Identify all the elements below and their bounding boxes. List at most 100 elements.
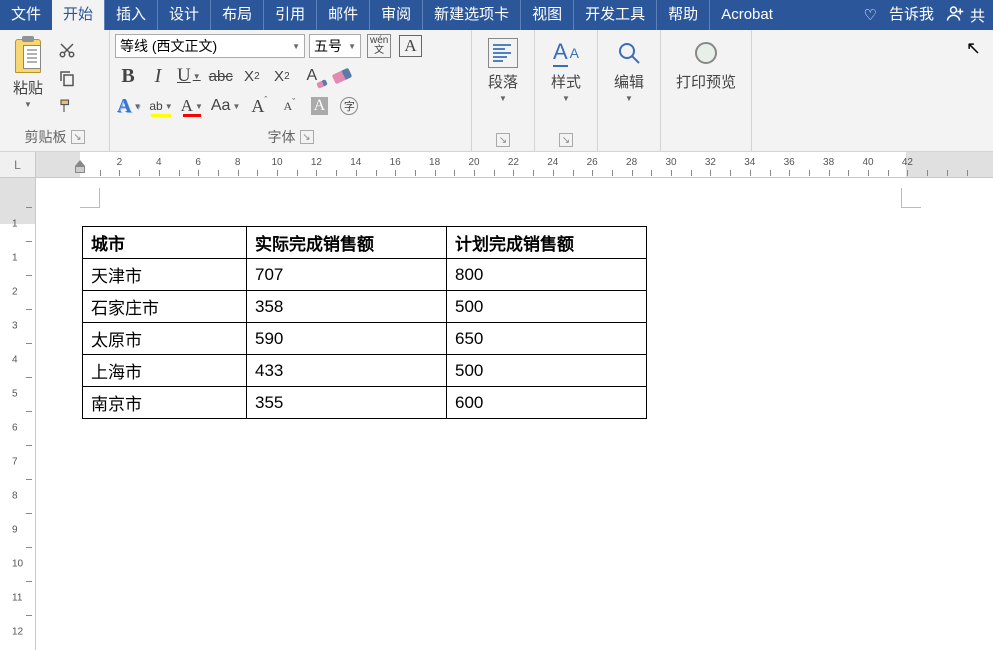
copy-button[interactable]	[55, 67, 79, 89]
editing-button[interactable]: 编辑 ▼	[603, 33, 655, 145]
tab-design[interactable]: 设计	[157, 0, 210, 30]
paste-icon	[11, 37, 45, 75]
table-cell[interactable]: 650	[447, 323, 647, 355]
eraser-button[interactable]	[329, 63, 355, 89]
character-border-button[interactable]: A	[397, 33, 423, 59]
styles-button[interactable]: AA 样式 ▼	[540, 33, 592, 131]
ruler-tick	[26, 479, 32, 480]
italic-button[interactable]: I	[145, 63, 171, 89]
shrink-font-button[interactable]: Aˇ	[276, 93, 302, 119]
share-label[interactable]: 共	[970, 5, 985, 26]
table-row[interactable]: 太原市590650	[83, 323, 647, 355]
share-user-icon[interactable]	[946, 4, 964, 26]
highlight-button[interactable]: ab▼	[147, 93, 174, 119]
font-launcher[interactable]: ↘	[300, 130, 314, 144]
font-size-combo[interactable]: 五号 ▼	[309, 34, 361, 58]
table-row[interactable]: 上海市433500	[83, 355, 647, 387]
ruler-number: 8	[235, 157, 241, 168]
ruler-number: 40	[862, 157, 873, 168]
ruler-tick	[139, 170, 140, 176]
phonetic-guide-button[interactable]: wén文	[365, 33, 393, 59]
bold-button[interactable]: B	[115, 63, 141, 89]
enclose-characters-button[interactable]: 字	[336, 93, 362, 119]
ruler-tick	[26, 241, 32, 242]
table-header[interactable]: 城市	[83, 227, 247, 259]
format-painter-button[interactable]	[55, 95, 79, 117]
strikethrough-button[interactable]: abc	[207, 63, 235, 89]
table-cell[interactable]: 707	[247, 259, 447, 291]
table-cell[interactable]: 南京市	[83, 387, 247, 419]
indent-marker[interactable]	[75, 166, 85, 176]
table-cell[interactable]: 上海市	[83, 355, 247, 387]
cut-button[interactable]	[55, 39, 79, 61]
ruler-tick	[26, 547, 32, 548]
change-case-button[interactable]: Aa▼	[209, 93, 243, 119]
paragraph-label: 段落	[488, 71, 518, 92]
tab-insert[interactable]: 插入	[104, 0, 157, 30]
tab-newtab[interactable]: 新建选项卡	[422, 0, 520, 30]
ruler-number: 7	[12, 457, 18, 468]
tab-file[interactable]: 文件	[0, 0, 52, 30]
vertical-ruler[interactable]: 1123456789101112	[0, 178, 36, 650]
ribbon-body: 粘贴 ▼ 剪贴板 ↘ 等线 (西	[0, 30, 993, 152]
ruler-tick	[218, 170, 219, 176]
subscript-button[interactable]: X2	[239, 63, 265, 89]
chevron-down-icon: ▼	[562, 94, 570, 103]
table-cell[interactable]: 355	[247, 387, 447, 419]
table-cell[interactable]: 500	[447, 291, 647, 323]
tab-mailings[interactable]: 邮件	[316, 0, 369, 30]
table-cell[interactable]: 358	[247, 291, 447, 323]
ruler-number: 18	[429, 157, 440, 168]
tab-acrobat[interactable]: Acrobat	[709, 0, 784, 30]
table-cell[interactable]: 石家庄市	[83, 291, 247, 323]
text-effects-button[interactable]: A▼	[115, 93, 143, 119]
ruler-tick	[947, 170, 948, 176]
document-surface[interactable]: 城市实际完成销售额计划完成销售额 天津市707800石家庄市358500太原市5…	[36, 178, 993, 650]
tab-home[interactable]: 开始	[52, 0, 104, 30]
paste-dropdown-icon[interactable]: ▼	[24, 100, 32, 109]
paragraph-button[interactable]: 段落 ▼	[477, 33, 529, 131]
horizontal-ruler[interactable]: 24681012141618202224262830323436384042	[36, 152, 993, 177]
table-cell[interactable]: 600	[447, 387, 647, 419]
character-shading-button[interactable]: A	[306, 93, 332, 119]
sales-table[interactable]: 城市实际完成销售额计划完成销售额 天津市707800石家庄市358500太原市5…	[82, 226, 647, 419]
ruler-number: 8	[12, 491, 18, 502]
clear-formatting-button[interactable]: A	[299, 63, 325, 89]
underline-button[interactable]: U▼	[175, 63, 203, 89]
table-cell[interactable]: 太原市	[83, 323, 247, 355]
ruler-number: 16	[390, 157, 401, 168]
styles-launcher[interactable]: ↘	[559, 133, 573, 147]
table-cell[interactable]: 433	[247, 355, 447, 387]
table-cell[interactable]: 590	[247, 323, 447, 355]
ruler-tick	[238, 170, 239, 176]
table-header[interactable]: 实际完成销售额	[247, 227, 447, 259]
grow-font-button[interactable]: Aˆ	[246, 93, 272, 119]
superscript-button[interactable]: X2	[269, 63, 295, 89]
table-cell[interactable]: 天津市	[83, 259, 247, 291]
tab-references[interactable]: 引用	[263, 0, 316, 30]
ruler-tick	[100, 170, 101, 176]
table-row[interactable]: 天津市707800	[83, 259, 647, 291]
ruler-tick	[26, 377, 32, 378]
tab-layout[interactable]: 布局	[210, 0, 263, 30]
tab-review[interactable]: 审阅	[369, 0, 422, 30]
table-cell[interactable]: 500	[447, 355, 647, 387]
font-color-button[interactable]: A▼	[179, 93, 205, 119]
tab-developer[interactable]: 开发工具	[573, 0, 656, 30]
print-preview-button[interactable]: 打印预览	[666, 33, 746, 145]
ruler-tick	[888, 170, 889, 176]
table-header[interactable]: 计划完成销售额	[447, 227, 647, 259]
font-name-combo[interactable]: 等线 (西文正文) ▼	[115, 34, 305, 58]
ruler-number: 10	[271, 157, 282, 168]
paragraph-launcher[interactable]: ↘	[496, 133, 510, 147]
table-row[interactable]: 石家庄市358500	[83, 291, 647, 323]
tab-view[interactable]: 视图	[520, 0, 573, 30]
paste-button[interactable]: 粘贴 ▼	[5, 33, 51, 125]
tell-me-search[interactable]: 告诉我	[883, 0, 940, 30]
font-size-value: 五号	[314, 36, 342, 56]
table-cell[interactable]: 800	[447, 259, 647, 291]
clipboard-launcher[interactable]: ↘	[71, 130, 85, 144]
paste-label: 粘贴	[13, 77, 43, 98]
table-row[interactable]: 南京市355600	[83, 387, 647, 419]
tab-help[interactable]: 帮助	[656, 0, 709, 30]
